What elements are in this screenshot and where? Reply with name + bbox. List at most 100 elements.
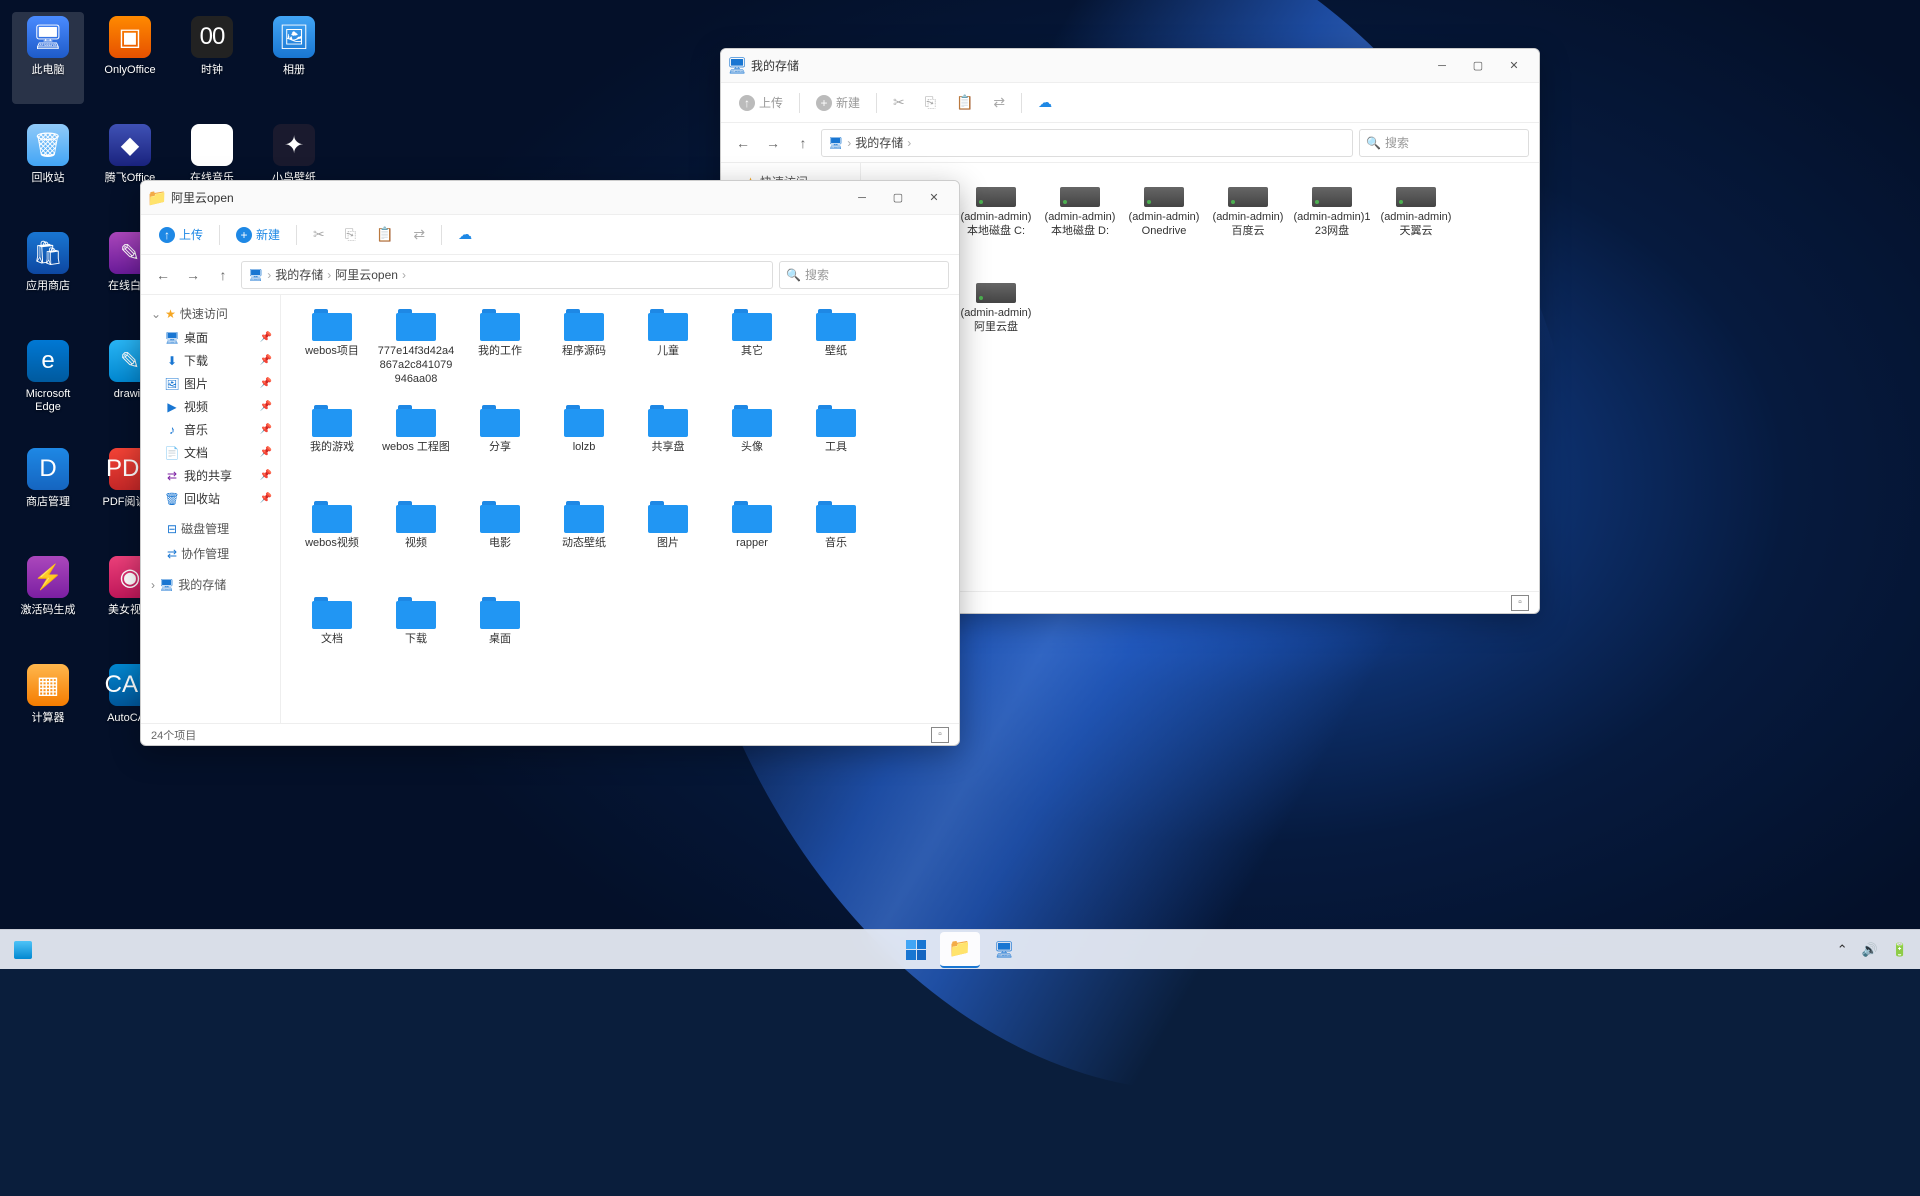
drive-item[interactable]: (admin-admin)Onedrive: [1123, 173, 1205, 263]
nav-up[interactable]: ↑: [791, 131, 815, 155]
desktop[interactable]: 🖥此电脑▣OnlyOffice00时钟🖼相册🗑回收站◆腾飞Office♪在线音乐…: [0, 0, 1920, 969]
folder-下载[interactable]: 下载: [375, 593, 457, 683]
paste-icon[interactable]: 📋: [368, 222, 401, 247]
view-toggle[interactable]: ▫: [1511, 595, 1529, 611]
titlebar[interactable]: 📁 阿里云open ─ ▢ ✕: [141, 181, 959, 215]
folder-分享[interactable]: 分享: [459, 401, 541, 491]
desktop-icon-OnlyOffice[interactable]: ▣OnlyOffice: [94, 12, 166, 104]
sidebar-item-视频[interactable]: ▶视频📌: [141, 395, 280, 418]
folder-我的工作[interactable]: 我的工作: [459, 305, 541, 395]
maximize-button[interactable]: ▢: [1461, 52, 1495, 80]
system-tray[interactable]: ⌃ 🔊 🔋: [1837, 942, 1908, 958]
wifi-icon[interactable]: ⌃: [1837, 942, 1848, 958]
new-button[interactable]: +新建: [228, 222, 288, 247]
start-button[interactable]: [896, 932, 936, 968]
desktop-icon-回收站[interactable]: 🗑回收站: [12, 120, 84, 212]
cut-icon[interactable]: ✂: [885, 90, 913, 115]
taskbar-logo[interactable]: [14, 941, 32, 959]
sidebar-mystorage[interactable]: ›🖥我的存储: [141, 572, 280, 597]
drive-item[interactable]: (admin-admin)123网盘: [1291, 173, 1373, 263]
folder-文档[interactable]: 文档: [291, 593, 373, 683]
folder-动态壁纸[interactable]: 动态壁纸: [543, 497, 625, 587]
folder-视频[interactable]: 视频: [375, 497, 457, 587]
cloud-icon[interactable]: ☁: [450, 222, 480, 247]
taskbar[interactable]: 📁 🖥 ⌃ 🔊 🔋: [0, 929, 1920, 969]
minimize-button[interactable]: ─: [845, 184, 879, 212]
copy-icon[interactable]: ⎘: [337, 222, 364, 247]
breadcrumb[interactable]: 🖥› 我的存储› 阿里云open›: [241, 261, 773, 289]
folder-webos 工程图[interactable]: webos 工程图: [375, 401, 457, 491]
folder-lolzb[interactable]: lolzb: [543, 401, 625, 491]
new-button[interactable]: +新建: [808, 90, 868, 115]
desktop-icon-Microsoft Edge[interactable]: eMicrosoft Edge: [12, 336, 84, 428]
cloud-icon[interactable]: ☁: [1030, 90, 1060, 115]
folder-电影[interactable]: 电影: [459, 497, 541, 587]
nav-forward[interactable]: →: [761, 131, 785, 155]
folder-rapper[interactable]: rapper: [711, 497, 793, 587]
folder-其它[interactable]: 其它: [711, 305, 793, 395]
folder-壁纸[interactable]: 壁纸: [795, 305, 877, 395]
copy-icon[interactable]: ⎘: [917, 90, 944, 115]
nav-back[interactable]: ←: [731, 131, 755, 155]
folder-webos视频[interactable]: webos视频: [291, 497, 373, 587]
view-toggle[interactable]: ▫: [931, 727, 949, 743]
upload-button[interactable]: ↑上传: [151, 222, 211, 247]
desktop-icon-激活码生成[interactable]: ⚡激活码生成: [12, 552, 84, 644]
battery-icon[interactable]: 🔋: [1892, 942, 1908, 958]
close-button[interactable]: ✕: [917, 184, 951, 212]
breadcrumb[interactable]: 🖥› 我的存储›: [821, 129, 1353, 157]
minimize-button[interactable]: ─: [1425, 52, 1459, 80]
folder-webos项目[interactable]: webos项目: [291, 305, 373, 395]
desktop-icon-计算器[interactable]: ▦计算器: [12, 660, 84, 752]
sidebar-item-我的共享[interactable]: ⇄我的共享📌: [141, 464, 280, 487]
folder-图片[interactable]: 图片: [627, 497, 709, 587]
desktop-icon-此电脑[interactable]: 🖥此电脑: [12, 12, 84, 104]
sidebar-item-文档[interactable]: 📄文档📌: [141, 441, 280, 464]
sidebar-quick-access[interactable]: ⌄★快速访问: [141, 301, 280, 326]
cut-icon[interactable]: ✂: [305, 222, 333, 247]
folder-头像[interactable]: 头像: [711, 401, 793, 491]
folder-桌面[interactable]: 桌面: [459, 593, 541, 683]
nav-up[interactable]: ↑: [211, 263, 235, 287]
drive-item[interactable]: (admin-admin)百度云: [1207, 173, 1289, 263]
upload-button[interactable]: ↑上传: [731, 90, 791, 115]
desktop-icon-相册[interactable]: 🖼相册: [258, 12, 330, 104]
desktop-icon-时钟[interactable]: 00时钟: [176, 12, 248, 104]
maximize-button[interactable]: ▢: [881, 184, 915, 212]
content-area[interactable]: webos项目777e14f3d42a4867a2c841079946aa08我…: [281, 295, 959, 723]
folder-程序源码[interactable]: 程序源码: [543, 305, 625, 395]
sidebar-item-下载[interactable]: ⬇下载📌: [141, 349, 280, 372]
drive-item[interactable]: (admin-admin)阿里云盘: [955, 269, 1037, 359]
sidebar-item-图片[interactable]: 🖼图片📌: [141, 372, 280, 395]
rename-icon[interactable]: ⇄: [985, 90, 1013, 115]
folder-777e14f3d42a4867a2c841079946aa08[interactable]: 777e14f3d42a4867a2c841079946aa08: [375, 305, 457, 395]
folder-共享盘[interactable]: 共享盘: [627, 401, 709, 491]
drive-item[interactable]: (admin-admin)本地磁盘 C:: [955, 173, 1037, 263]
sidebar-item-音乐[interactable]: ♪音乐📌: [141, 418, 280, 441]
desktop-icon-商店管理[interactable]: D商店管理: [12, 444, 84, 536]
window-aliyun-open[interactable]: 📁 阿里云open ─ ▢ ✕ ↑上传 +新建 ✂ ⎘ 📋 ⇄ ☁ ← → ↑: [140, 180, 960, 746]
close-button[interactable]: ✕: [1497, 52, 1531, 80]
rename-icon[interactable]: ⇄: [405, 222, 433, 247]
content-area[interactable]: 👤(admin-admin)本地磁盘 C:(admin-admin)本地磁盘 D…: [861, 163, 1539, 591]
folder-我的游戏[interactable]: 我的游戏: [291, 401, 373, 491]
sidebar-disk-mgmt[interactable]: ⊟磁盘管理: [141, 516, 280, 541]
taskbar-pc[interactable]: 🖥: [984, 932, 1024, 968]
folder-工具[interactable]: 工具: [795, 401, 877, 491]
sidebar-item-桌面[interactable]: 🖥桌面📌: [141, 326, 280, 349]
paste-icon[interactable]: 📋: [948, 90, 981, 115]
search-input[interactable]: 🔍搜索: [779, 261, 949, 289]
folder-儿童[interactable]: 儿童: [627, 305, 709, 395]
sidebar-collab[interactable]: ⇄协作管理: [141, 541, 280, 566]
drive-item[interactable]: (admin-admin)本地磁盘 D:: [1039, 173, 1121, 263]
search-input[interactable]: 🔍搜索: [1359, 129, 1529, 157]
folder-音乐[interactable]: 音乐: [795, 497, 877, 587]
taskbar-explorer[interactable]: 📁: [940, 932, 980, 968]
nav-forward[interactable]: →: [181, 263, 205, 287]
volume-icon[interactable]: 🔊: [1862, 942, 1878, 958]
nav-back[interactable]: ←: [151, 263, 175, 287]
desktop-icon-应用商店[interactable]: 🛍应用商店: [12, 228, 84, 320]
drive-item[interactable]: (admin-admin)天翼云: [1375, 173, 1457, 263]
sidebar-item-回收站[interactable]: 🗑回收站📌: [141, 487, 280, 510]
titlebar[interactable]: 🖥 我的存储 ─ ▢ ✕: [721, 49, 1539, 83]
